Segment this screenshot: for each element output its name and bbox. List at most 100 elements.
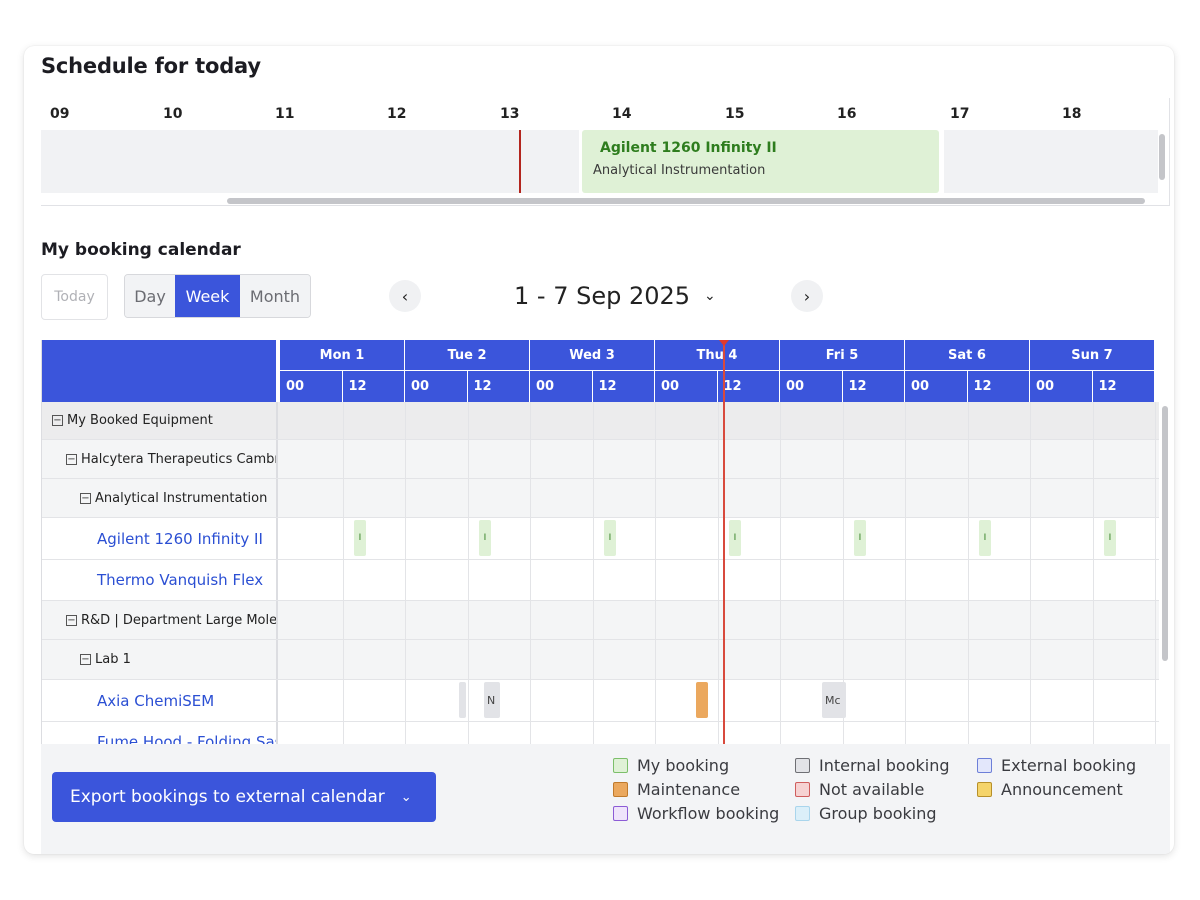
grid-line bbox=[905, 402, 906, 744]
collapse-icon[interactable]: − bbox=[80, 654, 91, 665]
resource-row: − R&D | Department Large Molec bbox=[42, 601, 1159, 640]
export-calendar-button[interactable]: Export bookings to external calendar ⌄ bbox=[52, 772, 436, 822]
resource-link[interactable]: Fume Hood - Folding Sas bbox=[42, 722, 278, 744]
collapse-icon[interactable]: − bbox=[66, 453, 77, 465]
resource-row: − Halcytera Therapeutics Cambr bbox=[42, 440, 1159, 479]
chevron-right-icon: › bbox=[803, 286, 811, 306]
hour-subheader: 00 bbox=[530, 371, 593, 402]
next-week-button[interactable]: › bbox=[791, 280, 823, 312]
hour-label: 13 bbox=[500, 106, 520, 122]
legend-label: Internal booking bbox=[819, 756, 950, 775]
schedule-title: Schedule for today bbox=[41, 54, 261, 78]
grid-line bbox=[780, 402, 781, 744]
resource-group-label[interactable]: − Analytical Instrumentation bbox=[42, 479, 278, 517]
day-header[interactable]: Thu 4 bbox=[655, 340, 780, 371]
view-day-button[interactable]: Day bbox=[125, 275, 175, 317]
legend-item: Not available bbox=[795, 780, 924, 799]
legend-swatch-icon bbox=[977, 758, 992, 773]
date-range-picker[interactable]: 1 - 7 Sep 2025 ⌄ bbox=[514, 282, 716, 310]
day-header[interactable]: Tue 2 bbox=[405, 340, 530, 371]
legend-item: Workflow booking bbox=[613, 804, 779, 823]
row-label-text: My Booked Equipment bbox=[67, 413, 213, 428]
hour-subheader: 00 bbox=[1030, 371, 1093, 402]
resource-group-label[interactable]: − Halcytera Therapeutics Cambr bbox=[42, 440, 278, 478]
legend-swatch-icon bbox=[795, 806, 810, 821]
legend-item: Group booking bbox=[795, 804, 937, 823]
my-booking-event[interactable]: I bbox=[729, 520, 741, 556]
hour-label: 18 bbox=[1062, 106, 1082, 122]
day-header[interactable]: Wed 3 bbox=[530, 340, 655, 371]
legend-swatch-icon bbox=[795, 782, 810, 797]
hour-subheader: 00 bbox=[405, 371, 468, 402]
my-booking-event[interactable]: I bbox=[604, 520, 616, 556]
schedule-booking[interactable]: Agilent 1260 Infinity II Analytical Inst… bbox=[582, 130, 939, 193]
view-switcher: Day Week Month bbox=[124, 274, 311, 318]
resource-group-label[interactable]: − Lab 1 bbox=[42, 640, 278, 679]
resource-row: Axia ChemiSEM bbox=[42, 680, 1159, 722]
resource-row: Fume Hood - Folding Sas bbox=[42, 722, 1159, 744]
resource-link[interactable]: Axia ChemiSEM bbox=[42, 680, 278, 721]
row-label-text: R&D | Department Large Molec bbox=[81, 612, 278, 628]
current-time-line bbox=[723, 340, 725, 744]
legend-label: My booking bbox=[637, 756, 730, 775]
internal-booking-event[interactable] bbox=[459, 682, 466, 718]
my-booking-event[interactable]: I bbox=[854, 520, 866, 556]
legend-swatch-icon bbox=[795, 758, 810, 773]
legend-swatch-icon bbox=[977, 782, 992, 797]
schedule-lane bbox=[41, 130, 579, 193]
chevron-left-icon: ‹ bbox=[401, 286, 409, 306]
collapse-icon[interactable]: − bbox=[52, 415, 63, 426]
hour-subheader: 12 bbox=[1092, 371, 1155, 402]
maintenance-event[interactable] bbox=[696, 682, 708, 718]
hour-subheader: 12 bbox=[967, 371, 1030, 402]
my-booking-event[interactable]: I bbox=[1104, 520, 1116, 556]
grid-line bbox=[655, 402, 656, 744]
horizontal-scrollbar[interactable] bbox=[227, 198, 1145, 204]
legend-swatch-icon bbox=[613, 806, 628, 821]
resource-group-label[interactable]: − My Booked Equipment bbox=[42, 402, 278, 439]
resource-link[interactable]: Agilent 1260 Infinity II bbox=[42, 518, 278, 559]
row-label-text: Thermo Vanquish Flex bbox=[97, 571, 264, 589]
chevron-down-icon: ⌄ bbox=[400, 789, 412, 805]
legend-item: My booking bbox=[613, 756, 729, 775]
day-header[interactable]: Mon 1 bbox=[280, 340, 405, 371]
hour-label: 12 bbox=[387, 106, 407, 122]
hour-subheader: 12 bbox=[717, 371, 780, 402]
collapse-icon[interactable]: − bbox=[66, 614, 77, 626]
day-header[interactable]: Sat 6 bbox=[905, 340, 1030, 371]
internal-booking-event[interactable]: N bbox=[484, 682, 500, 718]
resource-group-label[interactable]: − R&D | Department Large Molec bbox=[42, 601, 278, 639]
hour-label: 14 bbox=[612, 106, 632, 122]
vertical-scrollbar[interactable] bbox=[1162, 406, 1168, 661]
vertical-scrollbar[interactable] bbox=[1159, 134, 1165, 180]
view-month-button[interactable]: Month bbox=[240, 275, 310, 317]
row-label-text: Fume Hood - Folding Sas bbox=[97, 732, 278, 745]
legend-label: Maintenance bbox=[637, 780, 741, 799]
resource-row: Thermo Vanquish Flex bbox=[42, 560, 1159, 601]
my-booking-event[interactable]: I bbox=[479, 520, 491, 556]
grid-line bbox=[1092, 402, 1094, 744]
prev-week-button[interactable]: ‹ bbox=[389, 280, 421, 312]
today-button[interactable]: Today bbox=[41, 274, 108, 320]
row-label-text: Agilent 1260 Infinity II bbox=[97, 529, 263, 548]
hour-subheader: 00 bbox=[780, 371, 843, 402]
view-week-button[interactable]: Week bbox=[175, 275, 240, 317]
collapse-icon[interactable]: − bbox=[80, 492, 91, 504]
schedule-lane bbox=[944, 130, 1158, 193]
day-header[interactable]: Fri 5 bbox=[780, 340, 905, 371]
my-booking-event[interactable]: I bbox=[979, 520, 991, 556]
grid-line bbox=[1155, 402, 1156, 744]
booking-calendar-grid[interactable]: Mon 1 00 12 Tue 2 00 12 Wed 3 00 12 Thu 4 00 12 Fri … bbox=[41, 340, 1170, 744]
hour-label: 15 bbox=[725, 106, 745, 122]
resource-link[interactable]: Thermo Vanquish Flex bbox=[42, 560, 278, 600]
today-schedule[interactable]: 09 10 11 12 13 14 15 16 17 18 Agilent 1260 Infini… bbox=[41, 98, 1170, 206]
hour-subheader: 12 bbox=[342, 371, 405, 402]
my-booking-event[interactable]: I bbox=[354, 520, 366, 556]
booking-subtitle: Analytical Instrumentation bbox=[593, 163, 766, 178]
internal-booking-event[interactable]: Mc bbox=[822, 682, 846, 718]
grid-line bbox=[967, 402, 969, 744]
legend-item: Internal booking bbox=[795, 756, 950, 775]
hour-subheader: 00 bbox=[655, 371, 718, 402]
legend-swatch-icon bbox=[613, 782, 628, 797]
day-header[interactable]: Sun 7 bbox=[1030, 340, 1155, 371]
